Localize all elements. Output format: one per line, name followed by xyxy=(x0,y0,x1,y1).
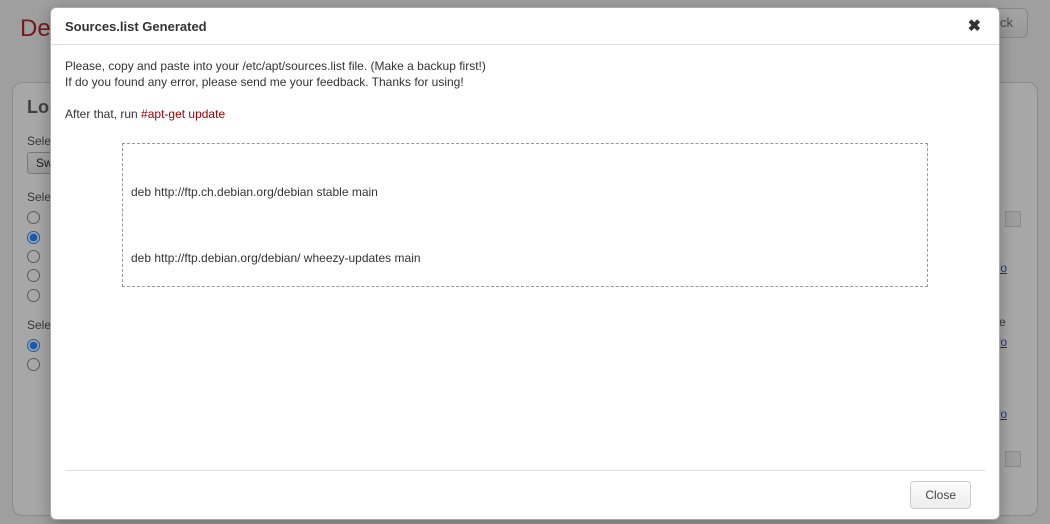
sources-output[interactable]: deb http://ftp.ch.debian.org/debian stab… xyxy=(122,143,928,287)
after-line: After that, run #apt-get update xyxy=(65,107,985,121)
source-line: deb http://ftp.ch.debian.org/debian stab… xyxy=(131,184,919,201)
intro-line-1: Please, copy and paste into your /etc/ap… xyxy=(65,59,985,73)
dialog-footer: Close xyxy=(65,470,985,519)
sources-dialog: Sources.list Generated ✖ Please, copy an… xyxy=(50,7,1000,520)
dialog-title: Sources.list Generated xyxy=(65,19,207,34)
close-icon[interactable]: ✖ xyxy=(964,16,985,36)
apt-command: #apt-get update xyxy=(141,107,225,121)
dialog-body: Please, copy and paste into your /etc/ap… xyxy=(51,45,999,456)
intro-line-2: If do you found any error, please send m… xyxy=(65,75,985,89)
dialog-header: Sources.list Generated ✖ xyxy=(51,8,999,45)
source-line: deb http://ftp.debian.org/debian/ wheezy… xyxy=(131,250,919,267)
after-prefix: After that, run xyxy=(65,107,141,121)
close-button[interactable]: Close xyxy=(910,481,971,509)
